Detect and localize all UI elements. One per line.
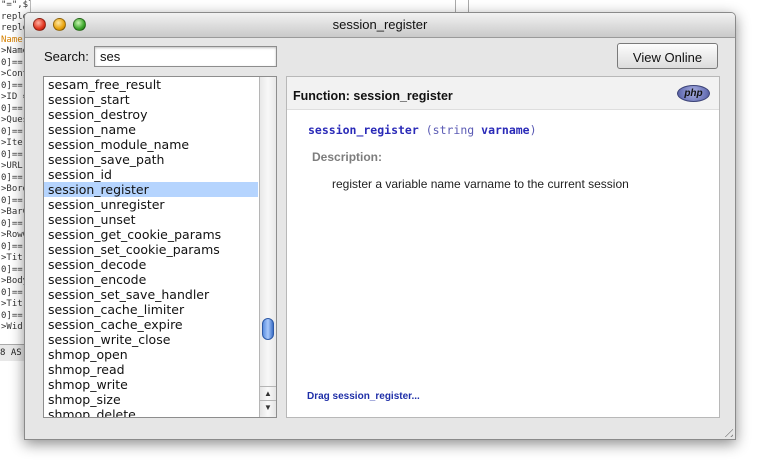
list-item[interactable]: session_get_cookie_params: [44, 227, 258, 242]
signature-open-paren: (: [425, 123, 433, 137]
function-list-items: sesam_free_result session_start session_de…: [44, 77, 258, 417]
detail-title: Function: session_register: [293, 89, 453, 103]
arrow-down-icon[interactable]: ▼: [260, 400, 276, 415]
list-item[interactable]: shmop_write: [44, 377, 258, 392]
list-item[interactable]: session_set_cookie_params: [44, 242, 258, 257]
list-item[interactable]: session_start: [44, 92, 258, 107]
drag-function-link[interactable]: Drag session_register...: [307, 391, 420, 402]
list-item[interactable]: session_register: [44, 182, 258, 197]
list-item[interactable]: session_name: [44, 122, 258, 137]
function-lookup-window: session_register Search: View Online ses…: [24, 12, 736, 440]
function-signature: session_register (string varname): [308, 123, 537, 137]
view-online-button[interactable]: View Online: [617, 43, 718, 69]
list-item[interactable]: session_save_path: [44, 152, 258, 167]
function-list[interactable]: sesam_free_result session_start session_de…: [43, 76, 277, 418]
signature-param-type: string: [432, 123, 475, 137]
search-label: Search:: [44, 49, 89, 64]
signature-function-name: session_register: [308, 123, 419, 137]
list-item[interactable]: session_cache_expire: [44, 317, 258, 332]
list-item[interactable]: shmop_open: [44, 347, 258, 362]
list-item[interactable]: shmop_size: [44, 392, 258, 407]
description-label: Description:: [312, 150, 383, 164]
signature-close-paren: ): [529, 123, 537, 137]
vertical-scrollbar[interactable]: ▲ ▼: [259, 77, 276, 417]
title-bar[interactable]: session_register: [25, 13, 735, 38]
list-item[interactable]: sesam_free_result: [44, 77, 258, 92]
signature-param-name: varname: [481, 123, 530, 137]
list-item[interactable]: session_unset: [44, 212, 258, 227]
list-item[interactable]: session_destroy: [44, 107, 258, 122]
search-input[interactable]: [94, 46, 277, 67]
list-item[interactable]: shmop_delete: [44, 407, 258, 417]
list-item[interactable]: session_cache_limiter: [44, 302, 258, 317]
resize-grip-icon[interactable]: [721, 425, 733, 437]
scrollbar-thumb[interactable]: [262, 318, 274, 340]
php-logo-icon: php: [677, 85, 710, 102]
description-text: register a variable name varname to the …: [332, 177, 629, 191]
list-item[interactable]: session_unregister: [44, 197, 258, 212]
function-detail-panel: Function: session_register php session_r…: [286, 76, 720, 418]
list-item[interactable]: session_module_name: [44, 137, 258, 152]
list-item[interactable]: session_set_save_handler: [44, 287, 258, 302]
arrow-up-icon[interactable]: ▲: [260, 386, 276, 401]
list-item[interactable]: session_decode: [44, 257, 258, 272]
window-title: session_register: [332, 17, 428, 32]
list-item[interactable]: session_id: [44, 167, 258, 182]
list-item[interactable]: shmop_read: [44, 362, 258, 377]
list-item[interactable]: session_write_close: [44, 332, 258, 347]
list-item[interactable]: session_encode: [44, 272, 258, 287]
detail-header: Function: session_register php: [287, 77, 719, 110]
code-line: "=",$line);: [1, 0, 30, 10]
